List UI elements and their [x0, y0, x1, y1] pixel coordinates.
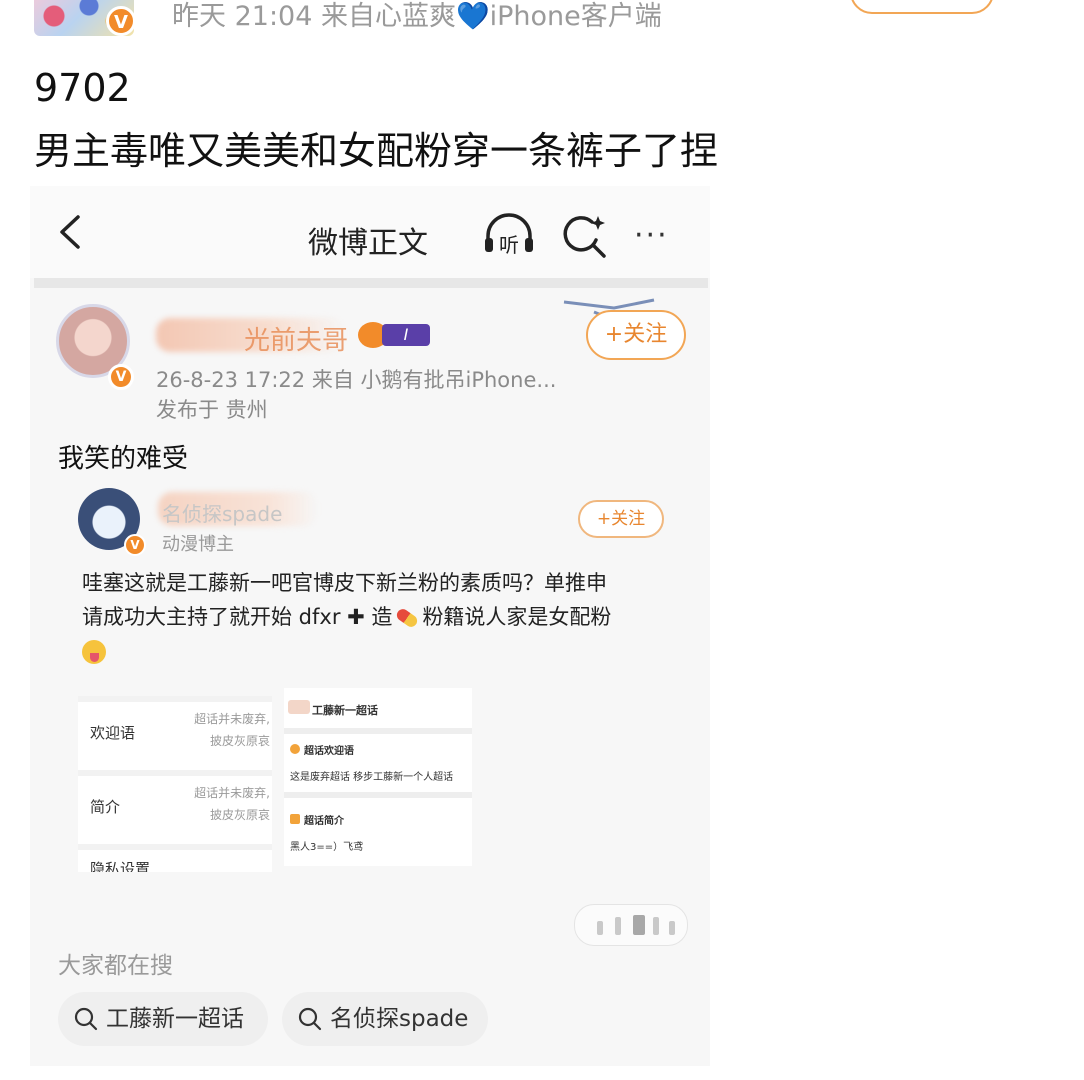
- page-title: 微博正文: [308, 226, 428, 261]
- row-value-line: 披皮灰原哀: [209, 808, 270, 822]
- embedded-image-supertopic[interactable]: 工藤新一超话 超话欢迎语 这是废弃超话 移步工藤新一个人超话 超话简介 黑人3=…: [284, 688, 472, 866]
- outer-post-number: 9702: [34, 66, 131, 110]
- meta-time-source: 昨天 21:04 来自心蓝爽: [172, 1, 456, 32]
- verified-badge-icon: V: [124, 534, 146, 556]
- search-sparkle-icon[interactable]: [562, 214, 608, 260]
- listen-headphone-icon[interactable]: 听: [482, 212, 536, 256]
- indicator-bar: [615, 917, 621, 935]
- back-arrow-icon[interactable]: [56, 214, 86, 250]
- row-value-line: 超话并未废弃,: [194, 712, 270, 726]
- intro-text: 黑人3==）飞鸢: [290, 842, 364, 853]
- topic-cover-icon: [288, 700, 310, 714]
- row-label: 欢迎语: [90, 724, 136, 742]
- repost-text-line-2: 请成功大主持了就开始 dfxr ✚ 造 粉籍说人家是女配粉: [82, 600, 672, 634]
- repost-body-text: 哇塞这就是工藤新一吧官博皮下新兰粉的素质吗？单推申 请成功大主持了就开始 dfx…: [82, 566, 672, 668]
- plus-icon: ✚: [347, 605, 365, 629]
- row-label: 简介: [90, 798, 121, 816]
- follow-button[interactable]: +关注: [586, 310, 686, 360]
- chip-label: 名侦探spade: [330, 1006, 469, 1032]
- search-chip-1[interactable]: 工藤新一超话: [58, 992, 268, 1046]
- intro-heading: 超话简介: [304, 816, 344, 827]
- post-body-text: 我笑的难受: [58, 444, 189, 474]
- repost-text-line-1: 哇塞这就是工藤新一吧官博皮下新兰粉的素质吗？单推申: [82, 571, 607, 595]
- repost-card[interactable]: V 名侦探spade 动漫博主 +关注 哇塞这就是工藤新一吧官博皮下新兰粉的素质…: [58, 478, 684, 898]
- pill-emoji-icon: [394, 606, 420, 630]
- outer-follow-button[interactable]: [850, 0, 994, 14]
- settings-row-intro: 简介 超话并未废弃, 披皮灰原哀: [78, 776, 272, 844]
- level-badge: I: [382, 324, 430, 346]
- indicator-bar: [669, 921, 675, 935]
- embedded-screenshot: 微博正文 听 ··· V 光前夫哥 I +关注 26-8-23 17:22 来自…: [30, 186, 710, 1066]
- repost-follow-button[interactable]: +关注: [578, 500, 664, 538]
- tongue-emoji-icon: [82, 640, 106, 664]
- row-value-line: 披皮灰原哀: [209, 734, 270, 748]
- repost-text-part-b: 造: [364, 605, 393, 629]
- separator: [284, 728, 472, 734]
- separator: [284, 792, 472, 798]
- repost-text-part-a: 请成功大主持了就开始 dfxr: [82, 605, 348, 629]
- welcome-dot-icon: [290, 744, 300, 754]
- welcome-heading: 超话欢迎语: [304, 746, 354, 757]
- blue-heart-icon: 💙: [455, 1, 490, 32]
- indicator-bar: [597, 921, 603, 935]
- supertopic-title: 工藤新一超话: [312, 704, 378, 717]
- search-icon: [298, 1007, 322, 1031]
- repost-author-name[interactable]: 名侦探spade: [162, 498, 282, 527]
- search-icon: [74, 1007, 98, 1031]
- welcome-text: 这是废弃超话 移步工藤新一个人超话: [290, 772, 454, 783]
- indicator-bar: [653, 917, 659, 935]
- nav-divider: [34, 278, 708, 288]
- nav-bar: 微博正文 听 ···: [30, 186, 710, 278]
- post-meta: 26-8-23 17:22 来自 小鹅有批吊iPhone...: [156, 368, 557, 392]
- more-dots-icon[interactable]: ···: [634, 218, 669, 253]
- post-location: 发布于 贵州: [156, 398, 268, 422]
- outer-post-text: 男主毒唯又美美和女配粉穿一条裤子了捏: [34, 129, 719, 173]
- row-value: 超话并未废弃, 披皮灰原哀: [194, 708, 270, 752]
- listen-label: 听: [499, 233, 519, 256]
- verified-badge-icon: V: [106, 6, 136, 36]
- chip-label: 工藤新一超话: [106, 1006, 244, 1032]
- verified-badge-icon: V: [108, 364, 134, 390]
- image-count-indicator[interactable]: [574, 904, 688, 946]
- search-chip-2[interactable]: 名侦探spade: [282, 992, 488, 1046]
- row-value: 超话并未废弃, 披皮灰原哀: [194, 782, 270, 826]
- row-label: 隐私设置: [90, 860, 151, 872]
- row-value-line: 超话并未废弃,: [194, 786, 270, 800]
- intro-doc-icon: [290, 814, 300, 824]
- embedded-image-settings[interactable]: 欢迎语 超话并未废弃, 披皮灰原哀 简介 超话并未废弃, 披皮灰原哀 隐私设置: [78, 696, 272, 872]
- outer-post-meta: 昨天 21:04 来自心蓝爽💙iPhone客户端: [172, 0, 662, 33]
- trending-search-heading: 大家都在搜: [58, 953, 173, 979]
- post-author-name[interactable]: 光前夫哥: [244, 320, 348, 357]
- repost-author-role: 动漫博主: [162, 534, 234, 555]
- settings-row-privacy: 隐私设置: [78, 850, 272, 872]
- settings-row-welcome: 欢迎语 超话并未废弃, 披皮灰原哀: [78, 702, 272, 770]
- indicator-bar: [633, 915, 645, 935]
- meta-client: iPhone客户端: [489, 1, 662, 32]
- repost-text-part-c: 粉籍说人家是女配粉: [422, 605, 612, 629]
